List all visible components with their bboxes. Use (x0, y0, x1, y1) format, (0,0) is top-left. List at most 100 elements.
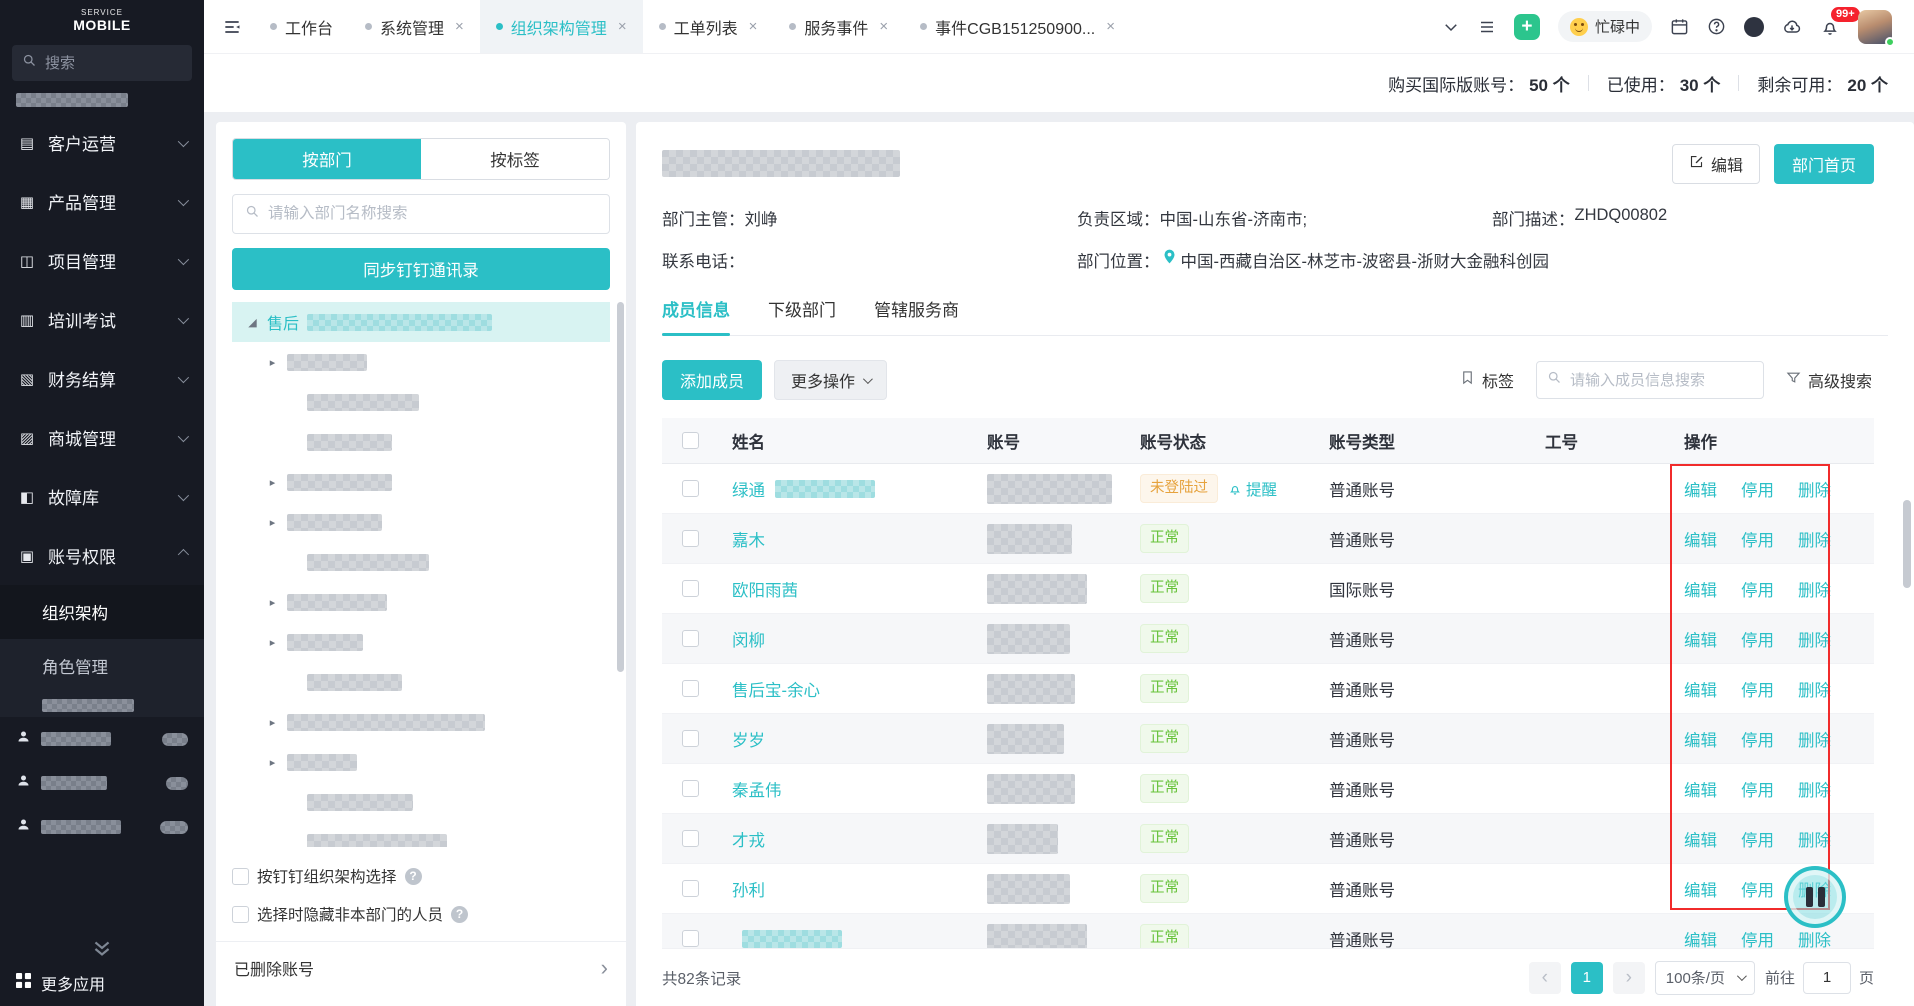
sidebar-subitem-org-structure[interactable]: 组织架构 (0, 585, 204, 640)
dept-tree-node[interactable]: ▸ (232, 702, 610, 742)
edit-link[interactable]: 编辑 (1684, 727, 1717, 751)
table-scrollbar[interactable] (1903, 500, 1911, 588)
row-checkbox[interactable] (681, 730, 699, 747)
edit-link[interactable]: 编辑 (1684, 527, 1717, 551)
tab-by-tag[interactable]: 按标签 (421, 139, 609, 179)
row-checkbox[interactable] (681, 530, 699, 547)
edit-link[interactable]: 编辑 (1684, 627, 1717, 651)
row-checkbox[interactable] (681, 880, 699, 897)
edit-link[interactable]: 编辑 (1684, 927, 1717, 949)
sidebar-search-input[interactable] (45, 54, 182, 72)
row-checkbox[interactable] (681, 680, 699, 697)
delete-link[interactable]: 删除 (1798, 627, 1831, 651)
workspace-tab[interactable]: 工作台 (254, 0, 349, 53)
close-icon[interactable]: × (455, 18, 464, 35)
add-member-button[interactable]: 添加成员 (662, 360, 763, 400)
row-checkbox[interactable] (681, 830, 699, 847)
edit-button[interactable]: 编辑 (1671, 144, 1760, 184)
dept-tree-node[interactable] (232, 422, 610, 462)
close-icon[interactable]: × (1106, 18, 1115, 35)
more-apps-button[interactable]: 更多应用 (0, 960, 204, 1006)
dept-tree-node[interactable] (232, 662, 610, 702)
edit-link[interactable]: 编辑 (1684, 577, 1717, 601)
dept-scrollbar[interactable] (617, 302, 624, 672)
delete-link[interactable]: 删除 (1798, 527, 1831, 551)
sidebar-subitem-role-mgmt[interactable]: 角色管理 (0, 639, 204, 693)
tree-expand-icon[interactable]: ◢ (246, 316, 259, 329)
workspace-tab[interactable]: 服务事件 × (773, 0, 904, 53)
dept-tree-node[interactable]: ▸ (232, 462, 610, 502)
current-page-button[interactable]: 1 (1570, 961, 1603, 994)
user-status-pill[interactable]: 忙碌中 (1557, 11, 1652, 42)
workspace-tab[interactable]: 工单列表 × (643, 0, 774, 53)
sidebar-item-project-mgmt[interactable]: ◫ 项目管理 (0, 231, 204, 290)
prev-page-button[interactable]: ‹ (1528, 961, 1561, 994)
member-name-link[interactable]: 孙利 (732, 877, 765, 901)
edit-link[interactable]: 编辑 (1684, 677, 1717, 701)
member-name-link[interactable]: 岁岁 (732, 727, 765, 751)
member-search-input[interactable] (1569, 371, 1753, 389)
help-icon[interactable]: ? (451, 905, 469, 923)
disable-link[interactable]: 停用 (1741, 827, 1774, 851)
delete-link[interactable]: 删除 (1798, 677, 1831, 701)
sidebar-item-customer-ops[interactable]: ▤ 客户运营 (0, 113, 204, 172)
goto-page-input[interactable] (1802, 961, 1851, 994)
tag-button[interactable]: 标签 (1460, 368, 1514, 392)
dept-search-box[interactable] (232, 194, 610, 234)
dept-tree-node[interactable] (232, 382, 610, 422)
tree-expand-icon[interactable]: ▸ (266, 516, 279, 529)
dept-tree-node[interactable]: ▸ (232, 342, 610, 382)
tree-expand-icon[interactable]: ▸ (266, 596, 279, 609)
member-name-link[interactable]: 闵柳 (732, 627, 765, 651)
sidebar-item-training-exam[interactable]: ▥ 培训考试 (0, 290, 204, 349)
menu-fold-icon[interactable] (204, 17, 254, 37)
dept-tree-node[interactable] (232, 822, 610, 847)
disable-link[interactable]: 停用 (1741, 877, 1774, 901)
dept-tree-node[interactable]: ▸ (232, 502, 610, 542)
moon-icon[interactable] (1744, 16, 1764, 37)
sidebar-item-fault-lib[interactable]: ◧ 故障库 (0, 467, 204, 526)
delete-link[interactable]: 删除 (1798, 827, 1831, 851)
disable-link[interactable]: 停用 (1741, 677, 1774, 701)
advanced-search-button[interactable]: 高级搜索 (1786, 368, 1872, 392)
member-name-link[interactable]: 嘉木 (732, 527, 765, 551)
row-checkbox[interactable] (681, 930, 699, 947)
disable-link[interactable]: 停用 (1741, 527, 1774, 551)
disable-link[interactable]: 停用 (1741, 477, 1774, 501)
workspace-tab[interactable]: 事件CGB151250900... × (904, 0, 1131, 53)
disable-link[interactable]: 停用 (1741, 727, 1774, 751)
member-tab-2[interactable]: 管辖服务商 (874, 296, 959, 335)
tree-expand-icon[interactable]: ▸ (266, 756, 279, 769)
delete-link[interactable]: 删除 (1798, 777, 1831, 801)
dept-tree-node[interactable]: ▸ (232, 742, 610, 782)
close-icon[interactable]: × (879, 18, 888, 35)
tree-expand-icon[interactable]: ▸ (266, 476, 279, 489)
delete-link[interactable]: 删除 (1798, 577, 1831, 601)
hide-other-dept-checkbox[interactable] (232, 905, 249, 923)
user-avatar[interactable] (1858, 9, 1895, 47)
delete-link[interactable]: 删除 (1798, 927, 1831, 949)
close-icon[interactable]: × (618, 18, 627, 35)
tree-expand-icon[interactable]: ▸ (266, 716, 279, 729)
page-size-select[interactable]: 100条/页 (1654, 960, 1755, 995)
next-page-button[interactable]: › (1612, 961, 1645, 994)
help-icon[interactable]: ? (404, 867, 422, 885)
dept-tree-node[interactable]: ◢ 售后 (232, 302, 610, 342)
row-checkbox[interactable] (681, 780, 699, 797)
dept-tree-node[interactable]: ▸ (232, 582, 610, 622)
dept-home-button[interactable]: 部门首页 (1773, 144, 1874, 184)
help-icon[interactable] (1707, 17, 1726, 36)
edit-link[interactable]: 编辑 (1684, 877, 1717, 901)
workspace-tab[interactable]: 系统管理 × (349, 0, 480, 53)
hamburger-menu-icon[interactable] (1478, 18, 1496, 36)
disable-link[interactable]: 停用 (1741, 577, 1774, 601)
blurred-sidebar-entry[interactable] (0, 761, 204, 805)
dept-tree-node[interactable]: ▸ (232, 622, 610, 662)
tree-expand-icon[interactable]: ▸ (266, 636, 279, 649)
tree-expand-icon[interactable]: ▸ (266, 356, 279, 369)
row-checkbox[interactable] (681, 580, 699, 597)
tab-by-department[interactable]: 按部门 (233, 139, 421, 179)
delete-link[interactable]: 删除 (1798, 727, 1831, 751)
dept-tree-node[interactable] (232, 782, 610, 822)
disable-link[interactable]: 停用 (1741, 927, 1774, 949)
